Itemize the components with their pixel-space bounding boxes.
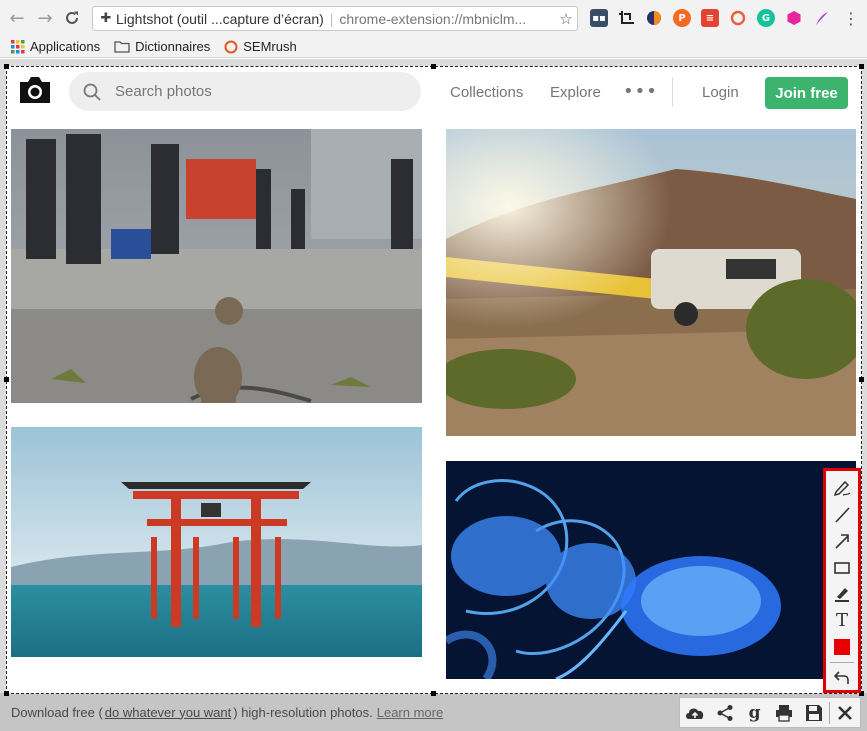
folder-icon: [114, 41, 130, 53]
camera-logo-icon[interactable]: [18, 75, 52, 105]
arrow-icon[interactable]: [828, 528, 856, 555]
page-content: Search photos Collections Explore ••• Lo…: [0, 59, 867, 731]
close-icon[interactable]: [830, 699, 860, 727]
grammarly-icon[interactable]: G: [757, 9, 775, 27]
google-glyph: g: [748, 702, 761, 723]
login-link[interactable]: Login: [702, 84, 739, 101]
nav-collections[interactable]: Collections: [450, 84, 523, 101]
hexagon-icon[interactable]: [785, 9, 803, 27]
dim-overlay-right: [862, 59, 867, 731]
apps-grid-icon: [11, 39, 25, 53]
line-icon[interactable]: [828, 502, 856, 529]
dim-overlay-left: [0, 59, 6, 731]
semrush-icon: [224, 40, 238, 53]
menu-icon[interactable]: ⋮: [840, 7, 862, 29]
browser-toolbar: ← → ✚ Lightshot (outil ...capture d’écra…: [0, 0, 867, 36]
resize-handle[interactable]: [4, 64, 9, 69]
resize-handle[interactable]: [4, 691, 9, 696]
share-icon[interactable]: [710, 699, 740, 727]
address-bar[interactable]: ✚ Lightshot (outil ...capture d’écran) |…: [92, 6, 578, 31]
todoist-icon[interactable]: ≡: [701, 9, 719, 27]
more-icon[interactable]: •••: [623, 81, 658, 102]
lightshot-actions-panel: g: [679, 697, 861, 728]
join-button[interactable]: Join free: [765, 77, 848, 109]
divider: [672, 77, 673, 107]
undo-icon[interactable]: [828, 663, 856, 690]
puzzle-icon: ✚: [100, 11, 112, 26]
text-tool-glyph: T: [835, 610, 848, 632]
p-icon[interactable]: P: [673, 9, 691, 27]
pencil-icon[interactable]: [828, 475, 856, 502]
pocket-like-icon[interactable]: [645, 9, 663, 27]
bookmark-label: Dictionnaires: [135, 39, 211, 54]
bookmark-star-icon[interactable]: ☆: [555, 10, 577, 28]
screenshot-icon[interactable]: [617, 9, 635, 27]
feather-icon[interactable]: [813, 9, 831, 27]
lightshot-tools-panel: T: [823, 468, 861, 693]
bookmark-label: SEMrush: [243, 39, 297, 54]
reload-icon[interactable]: [61, 7, 83, 29]
keyboard-icon[interactable]: ▪▪: [590, 9, 608, 27]
upload-icon[interactable]: [680, 699, 710, 727]
marker-icon[interactable]: [828, 581, 856, 608]
selected-color-swatch: [834, 639, 850, 656]
tab-title: Lightshot (outil ...capture d’écran): [116, 10, 324, 27]
url-text: chrome-extension://mbniclm...: [339, 10, 527, 27]
search-icon: [69, 83, 115, 101]
divider: [830, 661, 854, 663]
forward-icon[interactable]: →: [34, 7, 56, 29]
bookmarks-bar: Applications Dictionnaires SEMrush: [0, 36, 867, 58]
google-search-icon[interactable]: g: [740, 699, 770, 727]
photo-cat[interactable]: [11, 129, 422, 403]
rectangle-icon[interactable]: [828, 555, 856, 582]
bookmark-semrush[interactable]: SEMrush: [224, 39, 297, 54]
search-bar[interactable]: Search photos: [69, 72, 421, 111]
photo-jellyfish[interactable]: [446, 461, 856, 679]
bookmark-label: Applications: [30, 39, 101, 54]
text-icon[interactable]: T: [828, 608, 856, 635]
bookmark-dictionnaires[interactable]: Dictionnaires: [114, 39, 210, 54]
resize-handle[interactable]: [431, 64, 436, 69]
resize-handle[interactable]: [431, 691, 436, 696]
screen: ← → ✚ Lightshot (outil ...capture d’écra…: [0, 0, 867, 731]
bookmark-applications[interactable]: Applications: [11, 39, 100, 54]
resize-handle[interactable]: [4, 377, 9, 382]
circle-icon[interactable]: [729, 9, 747, 27]
photo-van[interactable]: [446, 129, 856, 436]
search-input[interactable]: Search photos: [115, 83, 212, 100]
print-icon[interactable]: [769, 699, 799, 727]
color-picker-icon[interactable]: [828, 634, 856, 661]
nav-explore[interactable]: Explore: [550, 84, 601, 101]
photo-torii[interactable]: [11, 427, 422, 657]
resize-handle[interactable]: [859, 64, 864, 69]
resize-handle[interactable]: [859, 377, 864, 382]
save-icon[interactable]: [799, 699, 829, 727]
back-icon[interactable]: ←: [6, 7, 28, 29]
separator: |: [329, 10, 334, 27]
